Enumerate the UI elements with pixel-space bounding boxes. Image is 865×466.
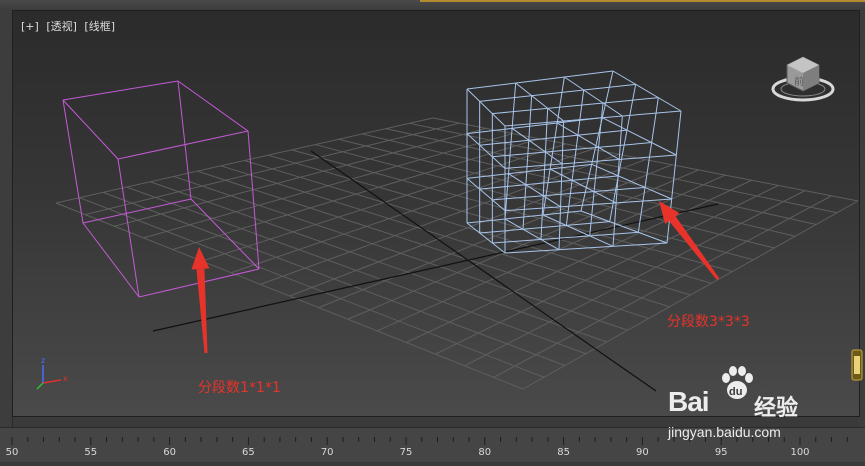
grid-line [464,190,806,367]
box-right-edge [479,83,636,102]
grid-line [338,138,775,249]
svg-text:z: z [41,356,45,365]
viewcube-face-label: 前 [794,75,804,88]
watermark-url: jingyan.baidu.com [668,424,781,440]
track-tick-label: 85 [557,447,570,458]
box-right-edge [466,117,603,135]
viewcube-icon[interactable]: 前 [771,56,835,102]
grid-line [385,128,817,225]
time-slider-accent [420,0,865,2]
box-right-edge [515,82,564,122]
grid-line [409,122,838,214]
track-tick-label: 55 [84,447,98,458]
box-segments-1x1x1[interactable] [62,80,260,298]
box-right-edge [612,70,682,112]
box-left-edge [177,80,249,132]
watermark-jingyan: 经验 [754,396,799,421]
track-tick-label: 60 [163,447,176,458]
svg-text:x: x [63,374,68,383]
box-right-edge [466,70,614,90]
box-right-edge [504,242,668,254]
track-tick-label: 65 [242,447,255,458]
track-tick-label: 80 [478,447,492,458]
paw-icon: du [722,366,753,399]
lantern-icon[interactable] [849,348,865,384]
box-right-edge [466,177,506,212]
grid-line [376,174,726,332]
grid-line [267,154,712,284]
watermark-bai: Bai [668,386,710,417]
watermark-du: du [729,386,742,398]
grid-line [522,200,859,390]
viewport-menu-plus[interactable]: [+] [21,20,39,33]
scene-canvas[interactable]: 前 z x [13,11,859,416]
box-right-edge [504,218,560,251]
box-right-edge [504,154,677,169]
box-left-edge [117,130,249,160]
viewport-label: [+] [透视] [线框] [21,18,119,34]
box-right-edge [602,117,677,156]
axis-gizmo-icon: z x [36,356,68,390]
box-right-edge [556,122,620,160]
viewport-menu-shading[interactable]: [线框] [84,20,115,33]
track-tick-label: 95 [714,447,728,458]
arrow-icon [659,201,720,280]
perspective-viewport[interactable]: 前 z x [+] [透视] [线框] 分段数1*1*1 分段数3*3*3 [12,10,860,417]
track-tick-label: 70 [320,447,334,458]
track-tick-label: 100 [790,447,810,458]
box-left-edge [177,80,192,200]
box-left-edge [82,222,140,298]
box-left-edge [62,80,179,101]
box-segments-3x3x3[interactable] [466,70,682,254]
annotation-right: 分段数3*3*3 [667,314,750,330]
grid-line [493,195,832,378]
box-right-edge [492,97,659,115]
box-right-edge [479,129,628,146]
box-right-edge [466,88,506,127]
viewport-menu-perspective[interactable]: [透视] [46,20,77,33]
track-tick-label: 50 [5,447,19,458]
annotation-left: 分段数1*1*1 [198,380,281,396]
watermark-brand: Bai [668,386,710,418]
track-tick-label: 90 [636,447,649,458]
axis-line-x [152,203,719,332]
box-right-edge [466,222,506,254]
box-right-edge [564,76,623,117]
home-grid [55,117,859,390]
arrow-icon [191,247,210,354]
track-tick-label: 75 [399,447,413,458]
box-left-edge [117,158,140,298]
box-right-edge [558,120,565,250]
baidu-jingyan-watermark: Bai du 经验 jingyan.baidu.com [668,362,818,442]
box-right-edge [637,97,659,233]
